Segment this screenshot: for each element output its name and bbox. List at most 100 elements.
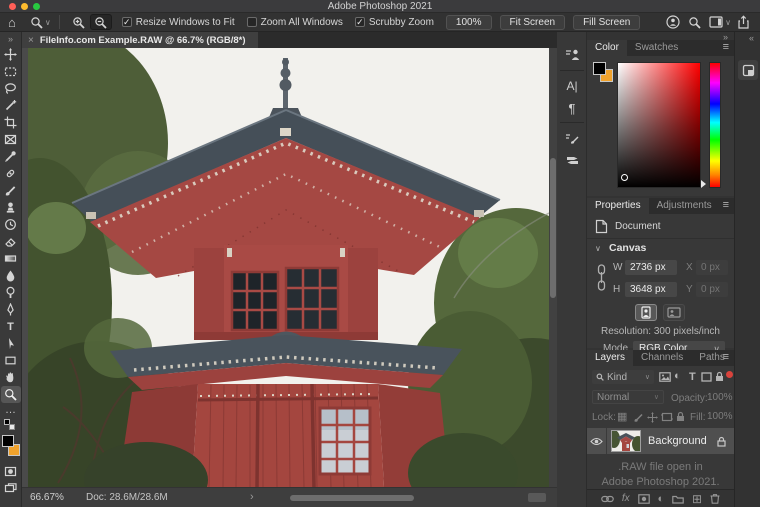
chevron-down-icon[interactable]: ∨ — [725, 18, 731, 27]
eraser-tool[interactable] — [1, 233, 21, 250]
object-selection-tool[interactable] — [1, 97, 21, 114]
vertical-scrollbar[interactable] — [549, 48, 557, 487]
hand-tool[interactable] — [1, 369, 21, 386]
close-tab-icon[interactable]: × — [28, 35, 34, 46]
foreground-color-swatch[interactable] — [593, 62, 606, 75]
type-tool[interactable]: T — [1, 318, 21, 335]
layer-name[interactable]: Background — [648, 435, 707, 447]
screen-mode-button[interactable] — [1, 480, 21, 497]
eyedropper-tool[interactable] — [1, 148, 21, 165]
zoom-level-field[interactable]: 66.67% — [30, 492, 64, 503]
y-field[interactable]: 0 px — [696, 282, 728, 297]
width-field[interactable]: 2736 px — [625, 260, 677, 275]
color-saturation-field[interactable] — [617, 62, 701, 188]
blend-mode-dropdown[interactable]: Normal ∨ — [592, 390, 664, 404]
spot-healing-brush-tool[interactable] — [1, 165, 21, 182]
move-tool[interactable] — [1, 46, 21, 63]
tab-channels[interactable]: Channels — [633, 350, 691, 366]
fill-screen-button[interactable]: Fill Screen — [573, 15, 640, 30]
add-mask-icon[interactable] — [638, 494, 650, 504]
layer-style-icon[interactable]: fx — [622, 493, 630, 504]
toolbar-collapse-icon[interactable]: » — [8, 32, 13, 46]
panel-menu-icon[interactable]: ≡ — [723, 351, 729, 363]
brush-settings-panel-icon[interactable] — [559, 128, 585, 148]
share-icon[interactable] — [737, 15, 750, 29]
blur-tool[interactable] — [1, 267, 21, 284]
landscape-orientation-button[interactable] — [663, 304, 685, 321]
portrait-orientation-button[interactable] — [635, 304, 657, 321]
pen-tool[interactable] — [1, 301, 21, 318]
lasso-tool[interactable] — [1, 80, 21, 97]
lock-artboard-icon[interactable] — [661, 412, 673, 422]
lock-position-icon[interactable] — [647, 412, 658, 423]
fill-value[interactable]: 100% — [707, 410, 731, 423]
link-dimensions-icon[interactable] — [597, 264, 606, 292]
home-icon[interactable]: ⌂ — [8, 13, 16, 32]
character-panel-icon[interactable]: A| — [559, 76, 585, 96]
canvas[interactable] — [22, 48, 557, 487]
foreground-background-colors[interactable] — [1, 435, 21, 459]
brushes-panel-icon[interactable] — [559, 150, 585, 170]
opacity-value[interactable]: 100% — [707, 391, 731, 404]
filter-shape-layers-icon[interactable] — [701, 372, 712, 382]
new-layer-icon[interactable]: ⊞ — [692, 492, 702, 506]
lock-transparency-icon[interactable]: ▦ — [617, 410, 627, 423]
tab-adjustments[interactable]: Adjustments — [649, 198, 720, 214]
crop-tool[interactable] — [1, 114, 21, 131]
frame-tool[interactable] — [1, 131, 21, 148]
libraries-collapsed-icon[interactable] — [738, 60, 758, 80]
layer-row-background[interactable]: Background — [587, 428, 734, 454]
fit-screen-button[interactable]: Fit Screen — [500, 15, 566, 30]
resize-windows-checkbox[interactable]: ✓ — [122, 17, 132, 27]
tab-layers[interactable]: Layers — [587, 350, 633, 366]
paragraph-panel-icon[interactable]: ¶ — [559, 98, 585, 118]
zoom-tool-preset[interactable]: ∨ — [30, 16, 51, 29]
horizontal-scrollbar-thumb[interactable] — [290, 495, 414, 501]
tab-color[interactable]: Color — [587, 40, 627, 56]
default-colors-icon[interactable] — [4, 419, 18, 431]
libraries-panel-icon[interactable] — [559, 44, 585, 64]
account-icon[interactable] — [666, 15, 680, 29]
document-tab[interactable]: × FileInfo.com Example.RAW @ 66.7% (RGB/… — [22, 32, 258, 48]
search-icon[interactable] — [688, 16, 701, 29]
hue-slider[interactable] — [709, 62, 721, 188]
expand-panels-icon[interactable]: « — [749, 33, 754, 43]
filter-smart-objects-icon[interactable] — [715, 371, 724, 382]
new-adjustment-layer-icon[interactable]: ◐ — [658, 493, 665, 505]
path-selection-tool[interactable] — [1, 335, 21, 352]
tab-properties[interactable]: Properties — [587, 198, 649, 214]
x-field[interactable]: 0 px — [696, 260, 728, 275]
lock-all-icon[interactable] — [676, 411, 685, 422]
eye-icon[interactable] — [590, 437, 603, 446]
link-layers-icon[interactable] — [601, 495, 614, 503]
filter-type-layers-icon[interactable]: T — [689, 371, 696, 383]
panel-menu-icon[interactable]: ≡ — [723, 41, 729, 53]
edit-toolbar-button[interactable]: … — [1, 403, 21, 417]
filter-toggle[interactable] — [726, 371, 733, 378]
zoom-all-windows-checkbox[interactable] — [247, 17, 257, 27]
workspace-switcher-icon[interactable] — [709, 16, 723, 28]
filter-pixel-layers-icon[interactable] — [659, 372, 671, 382]
scrubby-zoom-checkbox[interactable]: ✓ — [355, 17, 365, 27]
zoom-out-button[interactable] — [90, 14, 112, 30]
panel-menu-icon[interactable]: ≡ — [723, 199, 729, 211]
height-field[interactable]: 3648 px — [625, 282, 677, 297]
color-picker-cursor[interactable] — [621, 174, 628, 181]
canvas-section-chevron[interactable]: ∨ — [595, 244, 601, 253]
filter-adjustment-layers-icon[interactable]: ◐ — [674, 370, 681, 382]
foreground-color-swatch[interactable] — [2, 435, 14, 447]
zoom-in-button[interactable] — [68, 14, 90, 30]
brush-tool[interactable] — [1, 182, 21, 199]
history-brush-tool[interactable] — [1, 216, 21, 233]
clone-stamp-tool[interactable] — [1, 199, 21, 216]
vertical-scrollbar-thumb[interactable] — [550, 158, 556, 298]
rectangle-tool[interactable] — [1, 352, 21, 369]
status-chevron-icon[interactable]: › — [250, 491, 254, 503]
layer-visibility-cell[interactable] — [587, 428, 607, 454]
gradient-tool[interactable] — [1, 250, 21, 267]
new-group-icon[interactable] — [672, 494, 684, 504]
quick-mask-button[interactable] — [1, 463, 21, 480]
lock-pixels-icon[interactable] — [633, 412, 644, 423]
rectangular-marquee-tool[interactable] — [1, 63, 21, 80]
dodge-tool[interactable] — [1, 284, 21, 301]
